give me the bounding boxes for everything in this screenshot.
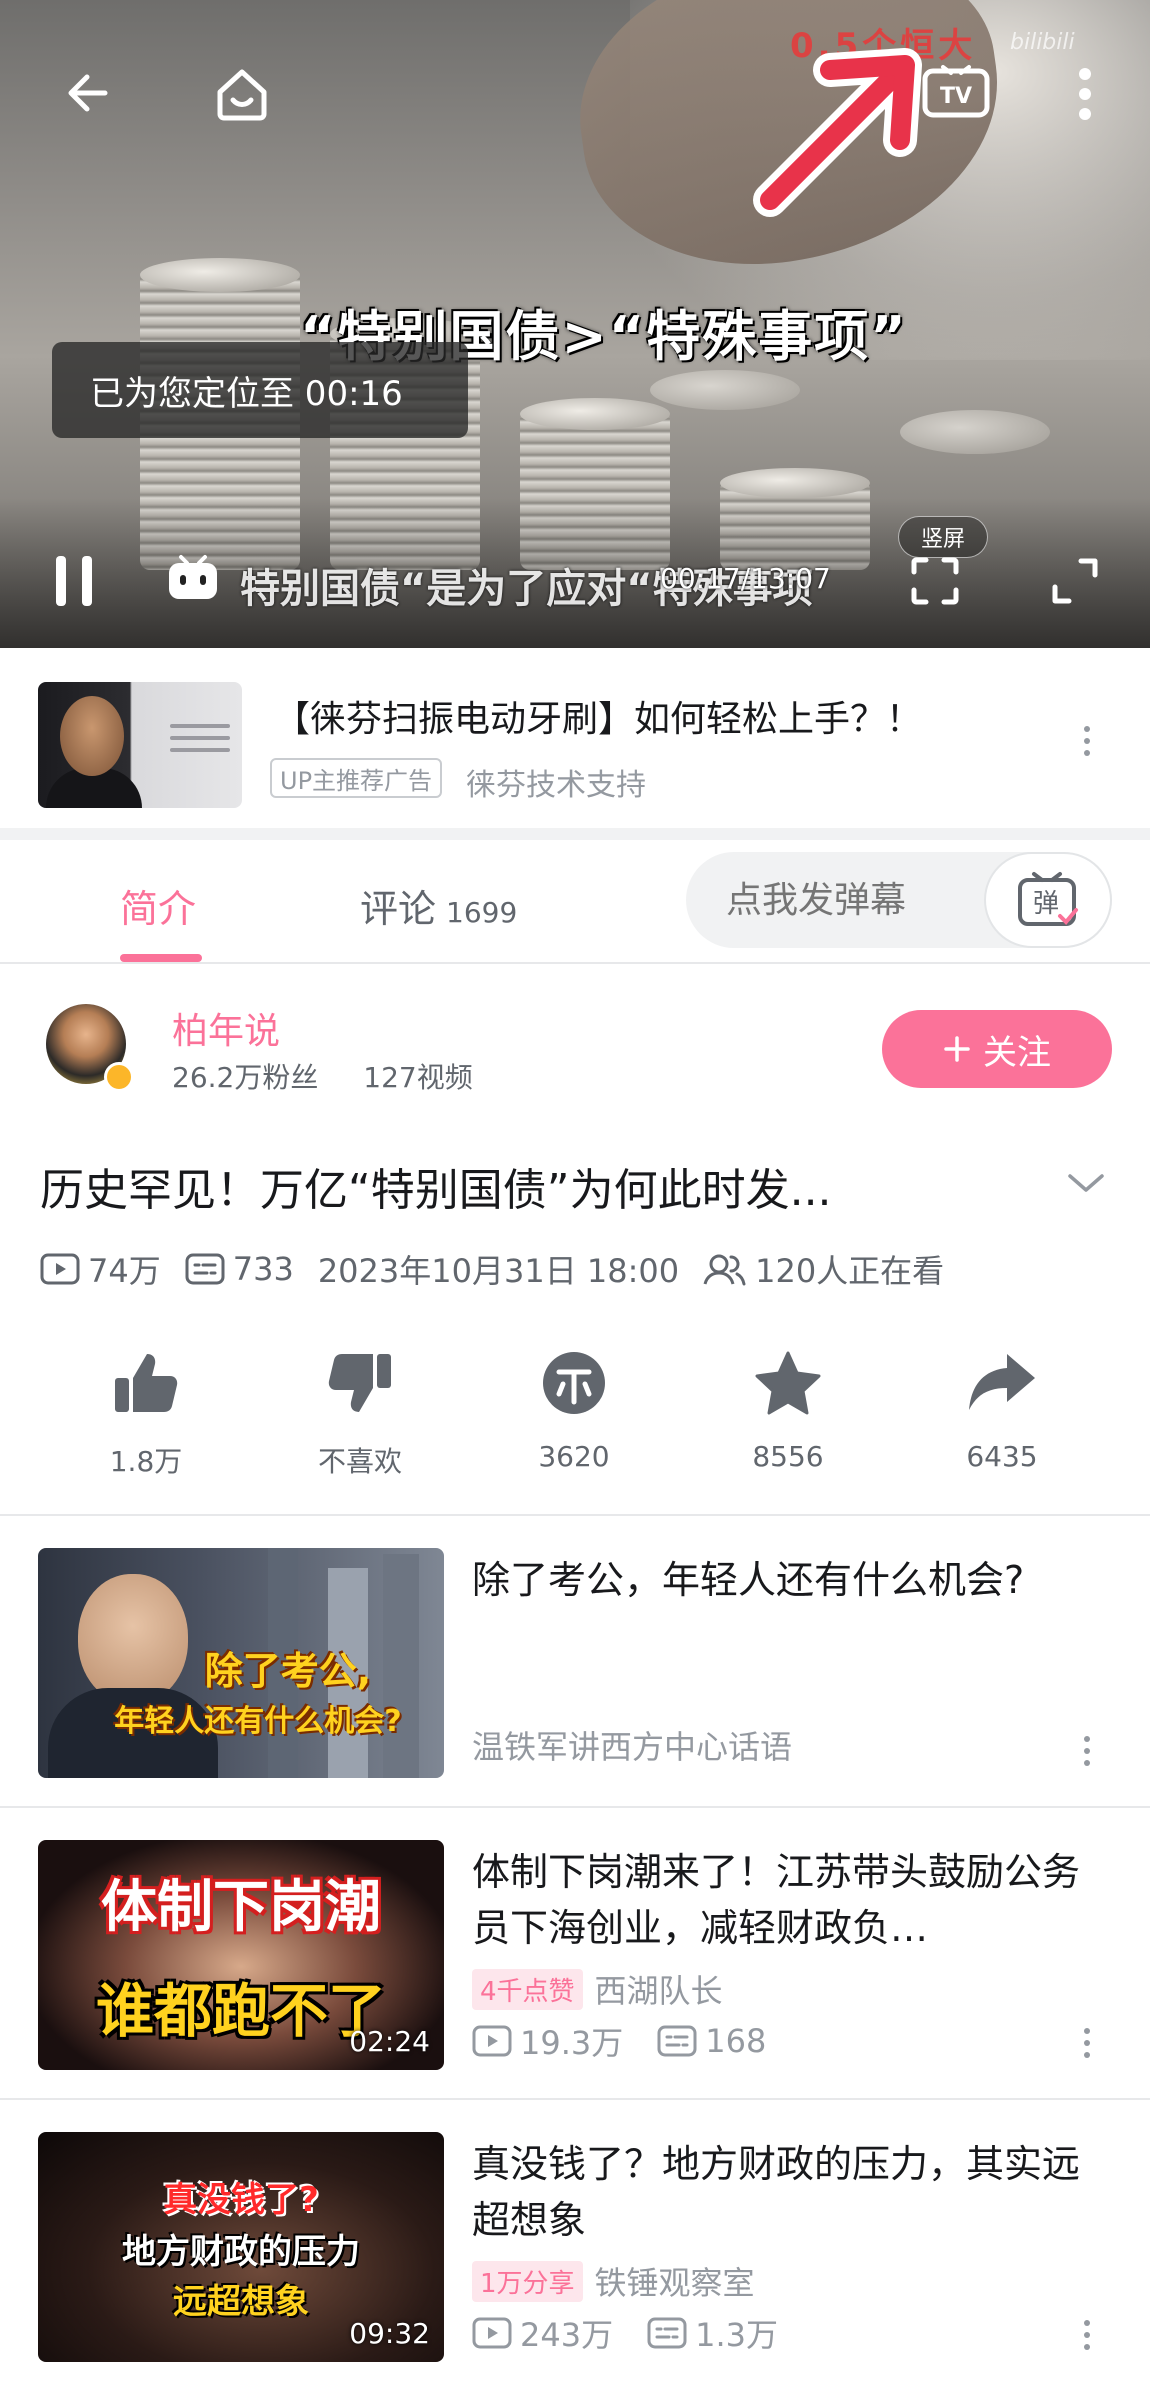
recommended-danmaku: 1.3万 (695, 2316, 778, 2354)
screen-fit-button[interactable] (900, 548, 970, 614)
recommended-danmaku: 168 (705, 2022, 767, 2060)
red-arrow-annotation (753, 48, 922, 217)
tab-comments[interactable]: 评论 1699 (360, 878, 517, 933)
playback-time: 00:17/13:07 (660, 562, 831, 595)
back-button[interactable] (54, 58, 124, 128)
recommended-more-icon[interactable] (1082, 2320, 1092, 2350)
ad-tag: UP主推荐广告 (270, 758, 443, 798)
ad-title[interactable]: 【徕芬扫振电动牙刷】如何轻松上手？！ (274, 690, 922, 742)
dislike-button[interactable]: 不喜欢 (270, 1350, 450, 1480)
action-bar: 1.8万 不喜欢 3620 8556 6435 (0, 1340, 1150, 1516)
video-player[interactable]: 0.5个恒大 bilibili “特别国债>“特殊事项” 特别国债“是为了应对“… (0, 0, 1150, 648)
tab-intro[interactable]: 简介 (120, 878, 196, 933)
more-button[interactable] (1060, 56, 1110, 132)
more-icon (1079, 68, 1091, 120)
favorite-button[interactable]: 8556 (698, 1350, 878, 1473)
recommended-title[interactable]: 体制下岗潮来了！江苏带头鼓励公务员下海创业，减轻财政负… (472, 1844, 1092, 1956)
recommended-title[interactable]: 除了考公，年轻人还有什么机会? (472, 1552, 1092, 1608)
home-button[interactable] (204, 56, 280, 132)
sponsored-video-card[interactable]: 【徕芬扫振电动牙刷】如何轻松上手？！ UP主推荐广告 徕芬技术支持 (0, 650, 1150, 840)
recommended-video-card[interactable]: 除了考公, 年轻人还有什么机会? 除了考公，年轻人还有什么机会? 温铁军讲西方中… (0, 1518, 1150, 1808)
video-meta: 74万 733 2023年10月31日 18:00 120人正在看 (40, 1246, 968, 1292)
danmaku-input[interactable] (726, 879, 966, 921)
video-duration: 02:24 (349, 2025, 430, 2058)
danmaku-bar[interactable]: 弹 (686, 852, 1112, 948)
ad-source: 徕芬技术支持 (466, 768, 646, 803)
tv-mascot-icon (169, 555, 217, 599)
ad-more-icon[interactable] (1082, 726, 1092, 756)
thumbnail-caption: 远超想象 (173, 2282, 309, 2322)
recommended-views: 243万 (520, 2316, 614, 2354)
recommended-video-card[interactable]: 体制下岗潮 谁都跑不了 02:24 体制下岗潮来了！江苏带头鼓励公务员下海创业，… (0, 1810, 1150, 2100)
svg-text:弹: 弹 (1033, 889, 1059, 919)
thumbnail-caption: 年轻人还有什么机会? (114, 1704, 402, 1739)
coin-icon (543, 1352, 605, 1414)
play-count-icon (40, 1253, 80, 1285)
play-count-icon (472, 2025, 512, 2057)
coin-button[interactable]: 3620 (484, 1350, 664, 1473)
bilibili-logo: bilibili (1010, 30, 1075, 55)
svg-text:TV: TV (940, 84, 972, 109)
verified-badge-icon (104, 1062, 134, 1092)
recommended-badge: 4千点赞 (472, 1968, 583, 2010)
comments-count: 1699 (446, 896, 518, 929)
ad-thumbnail[interactable] (38, 682, 242, 808)
share-button[interactable]: 6435 (912, 1350, 1092, 1473)
fullscreen-icon (1052, 558, 1098, 604)
screen-fit-icon (911, 557, 959, 605)
progress-mascot[interactable] (160, 548, 226, 608)
recommended-author: 温铁军讲西方中心话语 (472, 1728, 793, 1766)
pause-icon (56, 556, 92, 606)
thumbnail-caption: 体制下岗潮 (101, 1875, 381, 1940)
danmaku-icon: 弹 (1018, 872, 1078, 926)
watching-count: 120人正在看 (755, 1252, 945, 1290)
active-tab-indicator (120, 954, 202, 962)
danmaku-count-icon (185, 1253, 225, 1285)
home-icon (217, 69, 267, 121)
like-button[interactable]: 1.8万 (56, 1350, 236, 1480)
plus-icon (944, 1036, 970, 1062)
recommended-more-icon[interactable] (1082, 2028, 1092, 2058)
recommended-badge: 1万分享 (472, 2260, 583, 2302)
fullscreen-button[interactable] (1040, 548, 1110, 614)
video-thumbnail[interactable]: 真没钱了? 地方财政的压力 远超想象 09:32 (38, 2132, 444, 2362)
thumbnail-caption: 真没钱了? (163, 2180, 319, 2220)
uploader-videos: 127视频 (363, 1061, 473, 1094)
recommended-views: 19.3万 (520, 2024, 624, 2062)
recommended-author: 铁锤观察室 (594, 2264, 755, 2302)
view-count: 74万 (88, 1252, 161, 1290)
danmaku-count-icon (657, 2025, 697, 2057)
video-thumbnail[interactable]: 体制下岗潮 谁都跑不了 02:24 (38, 1840, 444, 2070)
follow-button[interactable]: 关注 (882, 1010, 1112, 1088)
uploader-fans: 26.2万粉丝 (172, 1061, 319, 1094)
video-thumbnail[interactable]: 除了考公, 年轻人还有什么机会? (38, 1548, 444, 1778)
chevron-down-icon[interactable] (1066, 1168, 1106, 1198)
publish-date: 2023年10月31日 18:00 (317, 1252, 680, 1290)
share-icon (969, 1354, 1035, 1410)
recommended-title[interactable]: 真没钱了？地方财政的压力，其实远超想象 (472, 2136, 1092, 2248)
video-duration: 09:32 (349, 2317, 430, 2350)
recommended-video-card[interactable]: 真没钱了? 地方财政的压力 远超想象 09:32 真没钱了？地方财政的压力，其实… (0, 2102, 1150, 2386)
recommended-more-icon[interactable] (1082, 1736, 1092, 1766)
thumbs-down-icon (328, 1354, 391, 1412)
star-icon (755, 1351, 821, 1415)
danmaku-count: 733 (232, 1250, 294, 1288)
danmaku-toggle-button[interactable]: 弹 (984, 852, 1112, 948)
danmaku-count-icon (647, 2317, 687, 2349)
uploader-stats: 26.2万粉丝 127视频 (172, 1056, 509, 1096)
thumbnail-caption: 除了考公, (204, 1649, 372, 1693)
viewers-icon (703, 1254, 746, 1286)
recommended-author: 西湖队长 (594, 1972, 723, 2010)
thumbs-up-icon (115, 1354, 178, 1412)
back-icon (68, 74, 108, 112)
thumbnail-caption: 地方财政的压力 (122, 2232, 360, 2272)
pause-button[interactable] (44, 548, 104, 614)
seek-toast: 已为您定位至 00:16 (52, 342, 468, 438)
play-count-icon (472, 2317, 512, 2349)
uploader-name[interactable]: 柏年说 (172, 1002, 280, 1054)
video-title[interactable]: 历史罕见！万亿“特别国债”为何此时发... (40, 1154, 832, 1218)
